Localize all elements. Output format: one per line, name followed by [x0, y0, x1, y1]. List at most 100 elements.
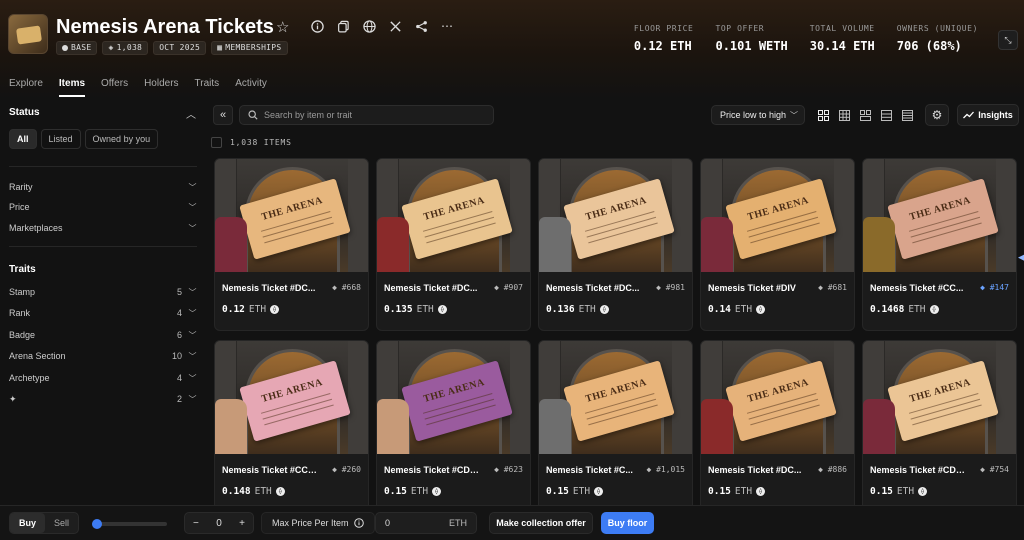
trait-archetype[interactable]: Archetype 4 ﹀	[9, 370, 197, 386]
website-globe-icon[interactable]	[362, 19, 376, 33]
item-card[interactable]: THE ARENA Nemesis Ticket #CDX... ◆ #754 0.1…	[862, 340, 1017, 505]
gear-icon: ⚙	[931, 108, 943, 122]
info-icon[interactable]	[353, 518, 364, 528]
item-image[interactable]: THE ARENA	[863, 159, 1016, 272]
item-count: 1,038 ITEMS	[230, 138, 292, 147]
view-toggle-group	[816, 107, 914, 123]
decrement-button[interactable]: −	[193, 518, 199, 529]
sort-dropdown[interactable]: Price low to high ﹀	[711, 105, 805, 125]
item-card[interactable]: THE ARENA Nemesis Ticket #C... ◆ #1,015 0.1…	[538, 340, 693, 505]
price-unit: ETH	[254, 486, 272, 497]
select-all-checkbox[interactable]	[211, 137, 222, 148]
filter-price[interactable]: Price ﹀	[9, 199, 197, 215]
info-icon[interactable]	[310, 19, 324, 33]
chevron-up-icon[interactable]: ︿	[186, 106, 196, 121]
item-card[interactable]: THE ARENA Nemesis Ticket #DC... ◆ #981 0.13…	[538, 158, 693, 331]
sell-tab[interactable]: Sell	[45, 513, 78, 533]
quantity-value[interactable]: 0	[216, 518, 222, 529]
item-name: Nemesis Ticket #DC...	[546, 283, 640, 293]
favorite-star-icon[interactable]: ☆	[276, 18, 289, 36]
tab-explore[interactable]: Explore	[9, 78, 43, 97]
base-chain-icon	[62, 45, 68, 51]
slider-handle[interactable]	[92, 519, 102, 529]
chevron-down-icon: ﹀	[188, 287, 197, 297]
expand-header-button[interactable]: ⤡	[998, 30, 1018, 50]
trait-arena-section[interactable]: Arena Section 10 ﹀	[9, 348, 197, 364]
make-collection-offer-button[interactable]: Make collection offer	[489, 512, 593, 534]
status-all[interactable]: All	[9, 129, 37, 149]
token-id: ◆ #981	[656, 283, 685, 292]
item-card[interactable]: THE ARENA Nemesis Ticket #DIV ◆ #681 0.14 ET…	[700, 158, 855, 331]
filter-rarity[interactable]: Rarity ﹀	[9, 179, 197, 195]
hand-illustration	[377, 217, 409, 272]
x-social-icon[interactable]	[388, 19, 402, 33]
share-icon[interactable]	[414, 19, 428, 33]
price-unit: ETH	[578, 304, 596, 315]
stat-label: TOTAL VOLUME	[809, 24, 875, 33]
token-number: #260	[341, 465, 361, 474]
increment-button[interactable]: +	[239, 518, 245, 529]
search-bar[interactable]	[239, 105, 494, 125]
item-card[interactable]: THE ARENA Nemesis Ticket #CDX... ◆ #623 0.1…	[376, 340, 531, 505]
tab-activity[interactable]: Activity	[235, 78, 267, 97]
trait-stamp[interactable]: Stamp 5 ﹀	[9, 284, 197, 300]
tab-offers[interactable]: Offers	[101, 78, 128, 97]
more-options-icon[interactable]: ⋯	[440, 19, 454, 33]
item-image[interactable]: THE ARENA	[863, 341, 1016, 454]
collection-stats: FLOOR PRICE 0.12 ETH TOP OFFER 0.101 WET…	[634, 24, 978, 53]
collapse-sidebar-button[interactable]: «	[213, 105, 233, 125]
trait-name: Stamp	[9, 287, 36, 297]
table-view-icon[interactable]	[879, 107, 893, 123]
buy-floor-button[interactable]: Buy floor	[601, 512, 654, 534]
tab-holders[interactable]: Holders	[144, 78, 178, 97]
tab-traits[interactable]: Traits	[195, 78, 220, 97]
trait-name: Badge	[9, 330, 36, 340]
buy-tab[interactable]: Buy	[10, 513, 46, 533]
item-image[interactable]: THE ARENA	[539, 341, 692, 454]
item-image[interactable]: THE ARENA	[701, 159, 854, 272]
filter-marketplaces[interactable]: Marketplaces ﹀	[9, 220, 197, 236]
price-value: 0.12	[222, 304, 245, 315]
grid-small-view-icon[interactable]	[837, 107, 851, 123]
item-price: 0.15 ETH ⟠	[708, 486, 766, 497]
grid-large-view-icon[interactable]	[816, 107, 830, 123]
token-number: #886	[827, 465, 847, 474]
item-image[interactable]: THE ARENA	[539, 159, 692, 272]
item-card[interactable]: THE ARENA Nemesis Ticket #DC... ◆ #886 0.15…	[700, 340, 855, 505]
item-card[interactable]: THE ARENA Nemesis Ticket #CCX... ◆ #260 0.1…	[214, 340, 369, 505]
max-price-input[interactable]: 0 ETH	[375, 512, 477, 534]
display-settings-button[interactable]: ⚙	[925, 104, 949, 126]
stat-value: 706 (68%)	[896, 39, 962, 53]
trait-sparkle[interactable]: ✦ 2 ﹀	[9, 391, 197, 407]
sweep-slider[interactable]	[92, 519, 167, 529]
item-image[interactable]: THE ARENA	[377, 341, 530, 454]
stat-value: 0.101 WETH	[715, 39, 788, 53]
filter-label: Rarity	[9, 182, 33, 192]
hand-illustration	[701, 217, 733, 272]
search-icon	[248, 110, 258, 120]
chevron-down-icon: ﹀	[188, 373, 197, 383]
item-image[interactable]: THE ARENA	[215, 341, 368, 454]
item-card[interactable]: THE ARENA Nemesis Ticket #DC... ◆ #907 0.13…	[376, 158, 531, 331]
status-listed[interactable]: Listed	[40, 129, 81, 149]
gallery-view-icon[interactable]	[858, 107, 872, 123]
copy-icon[interactable]	[336, 19, 350, 33]
item-name: Nemesis Ticket #DC...	[384, 283, 478, 293]
stat-top-offer: TOP OFFER 0.101 WETH	[715, 24, 787, 53]
item-card[interactable]: THE ARENA Nemesis Ticket #CC... ◆ #147 0.14…	[862, 158, 1017, 331]
trait-badge[interactable]: Badge 6 ﹀	[9, 327, 197, 343]
search-input[interactable]	[264, 110, 484, 120]
tab-items[interactable]: Items	[58, 78, 86, 97]
item-image[interactable]: THE ARENA	[701, 341, 854, 454]
insights-button[interactable]: Insights	[957, 104, 1019, 126]
item-image[interactable]: THE ARENA	[215, 159, 368, 272]
item-image[interactable]: THE ARENA	[377, 159, 530, 272]
pillar-decoration	[348, 159, 368, 272]
item-price: 0.15 ETH ⟠	[546, 486, 604, 497]
quantity-stepper: − 0 +	[184, 512, 254, 534]
trait-rank[interactable]: Rank 4 ﹀	[9, 305, 197, 321]
list-view-icon[interactable]	[900, 107, 914, 123]
status-owned[interactable]: Owned by you	[84, 129, 159, 149]
item-price: 0.15 ETH ⟠	[870, 486, 928, 497]
item-card[interactable]: THE ARENA Nemesis Ticket #DC... ◆ #668 0.12…	[214, 158, 369, 331]
